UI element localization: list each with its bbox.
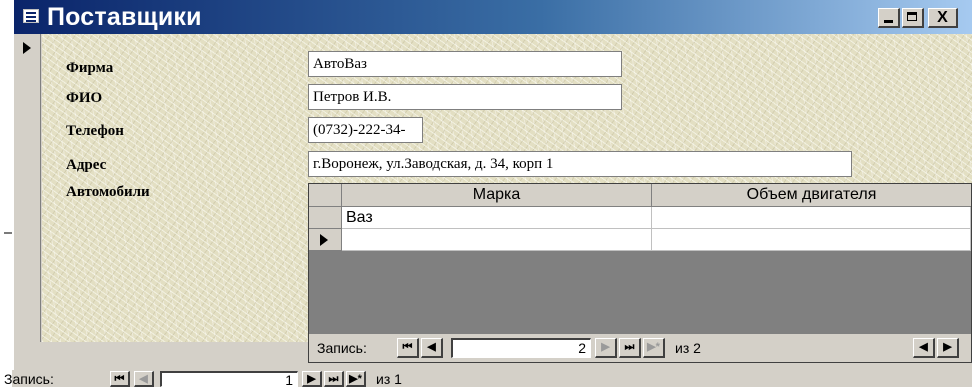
sub-next-record-button[interactable]: ▶	[595, 338, 617, 358]
main-record-count: из 1	[376, 371, 402, 387]
new-row-selector[interactable]	[309, 229, 342, 251]
next-record-icon: ▶	[601, 341, 610, 353]
first-record-icon: ⏮	[402, 341, 413, 353]
sub-scroll-right-button[interactable]: ▶	[937, 338, 959, 358]
new-record-button[interactable]: ▶*	[346, 371, 366, 387]
prev-record-icon: ◀	[139, 373, 148, 385]
new-cell-engine[interactable]	[652, 229, 971, 251]
prev-record-icon: ◀	[427, 341, 436, 353]
sub-new-record-button[interactable]: ▶*	[643, 338, 665, 358]
main-navigation: Запись: ⏮ ◀ 1 ▶ ⏭ ▶* из 1	[4, 370, 972, 387]
subform-header: Марка Объем двигателя	[309, 184, 971, 207]
form-icon	[23, 9, 39, 23]
column-header-engine[interactable]: Объем двигателя	[652, 184, 971, 206]
minimize-button[interactable]	[878, 8, 900, 28]
label-telefon: Телефон	[66, 123, 124, 139]
header-selector[interactable]	[309, 184, 342, 206]
new-record-icon: ▶*	[349, 373, 362, 385]
scroll-left-icon: ◀	[919, 341, 928, 353]
scroll-right-icon: ▶	[943, 341, 952, 353]
telefon-field[interactable]: (0732)-222-34-	[308, 117, 423, 143]
desktop-edge	[0, 0, 12, 370]
form-detail: Фирма АвтоВаз ФИО Петров И.В. Телефон (0…	[42, 34, 972, 363]
subform-navigation: Запись: ⏮ ◀ 2 ▶ ⏭ ▶* из 2 ◀ ▶	[309, 334, 971, 362]
last-record-icon: ⏭	[328, 373, 339, 385]
cell-engine[interactable]	[652, 207, 971, 229]
window-title: Поставщики	[47, 3, 202, 31]
firma-field[interactable]: АвтоВаз	[308, 51, 622, 77]
adres-field[interactable]: г.Воронеж, ул.Заводская, д. 34, корп 1	[308, 151, 852, 177]
avtomobili-subform: Марка Объем двигателя Ваз Запись: ⏮ ◀ 2 …	[308, 183, 972, 363]
sub-scroll-left-button[interactable]: ◀	[913, 338, 935, 358]
sub-last-record-button[interactable]: ⏭	[619, 338, 641, 358]
desktop-tick	[4, 232, 12, 234]
first-record-button[interactable]: ⏮	[110, 371, 130, 387]
label-fio: ФИО	[66, 90, 103, 106]
main-record-number[interactable]: 1	[160, 371, 298, 387]
first-record-icon: ⏮	[114, 373, 125, 385]
row-selector[interactable]	[309, 207, 342, 229]
column-header-marka[interactable]: Марка	[342, 184, 652, 206]
form-window: Поставщики X Фирма АвтоВаз ФИО Петров И.…	[12, 0, 972, 370]
maximize-button[interactable]	[902, 8, 924, 28]
close-button[interactable]: X	[928, 8, 958, 28]
fio-field[interactable]: Петров И.В.	[308, 84, 622, 110]
last-record-button[interactable]: ⏭	[324, 371, 344, 387]
label-firma: Фирма	[66, 60, 114, 76]
prev-record-button[interactable]: ◀	[134, 371, 154, 387]
subform-record-label: Запись:	[317, 340, 367, 356]
new-cell-marka[interactable]	[342, 229, 652, 251]
cell-marka[interactable]: Ваз	[342, 207, 652, 229]
label-avtomobili: Автомобили	[66, 184, 150, 200]
label-adres: Адрес	[66, 157, 107, 173]
sub-prev-record-button[interactable]: ◀	[421, 338, 443, 358]
sub-record-number[interactable]: 2	[451, 338, 591, 358]
new-record-icon: ▶*	[647, 341, 660, 353]
sub-record-count: из 2	[675, 340, 701, 356]
next-record-icon: ▶	[307, 373, 316, 385]
sub-first-record-button[interactable]: ⏮	[397, 338, 419, 358]
main-record-label: Запись:	[4, 371, 54, 387]
record-selector[interactable]	[14, 34, 41, 342]
current-record-arrow-icon	[23, 42, 31, 54]
title-bar[interactable]: Поставщики X	[14, 0, 972, 34]
last-record-icon: ⏭	[624, 341, 635, 353]
next-record-button[interactable]: ▶	[302, 371, 322, 387]
